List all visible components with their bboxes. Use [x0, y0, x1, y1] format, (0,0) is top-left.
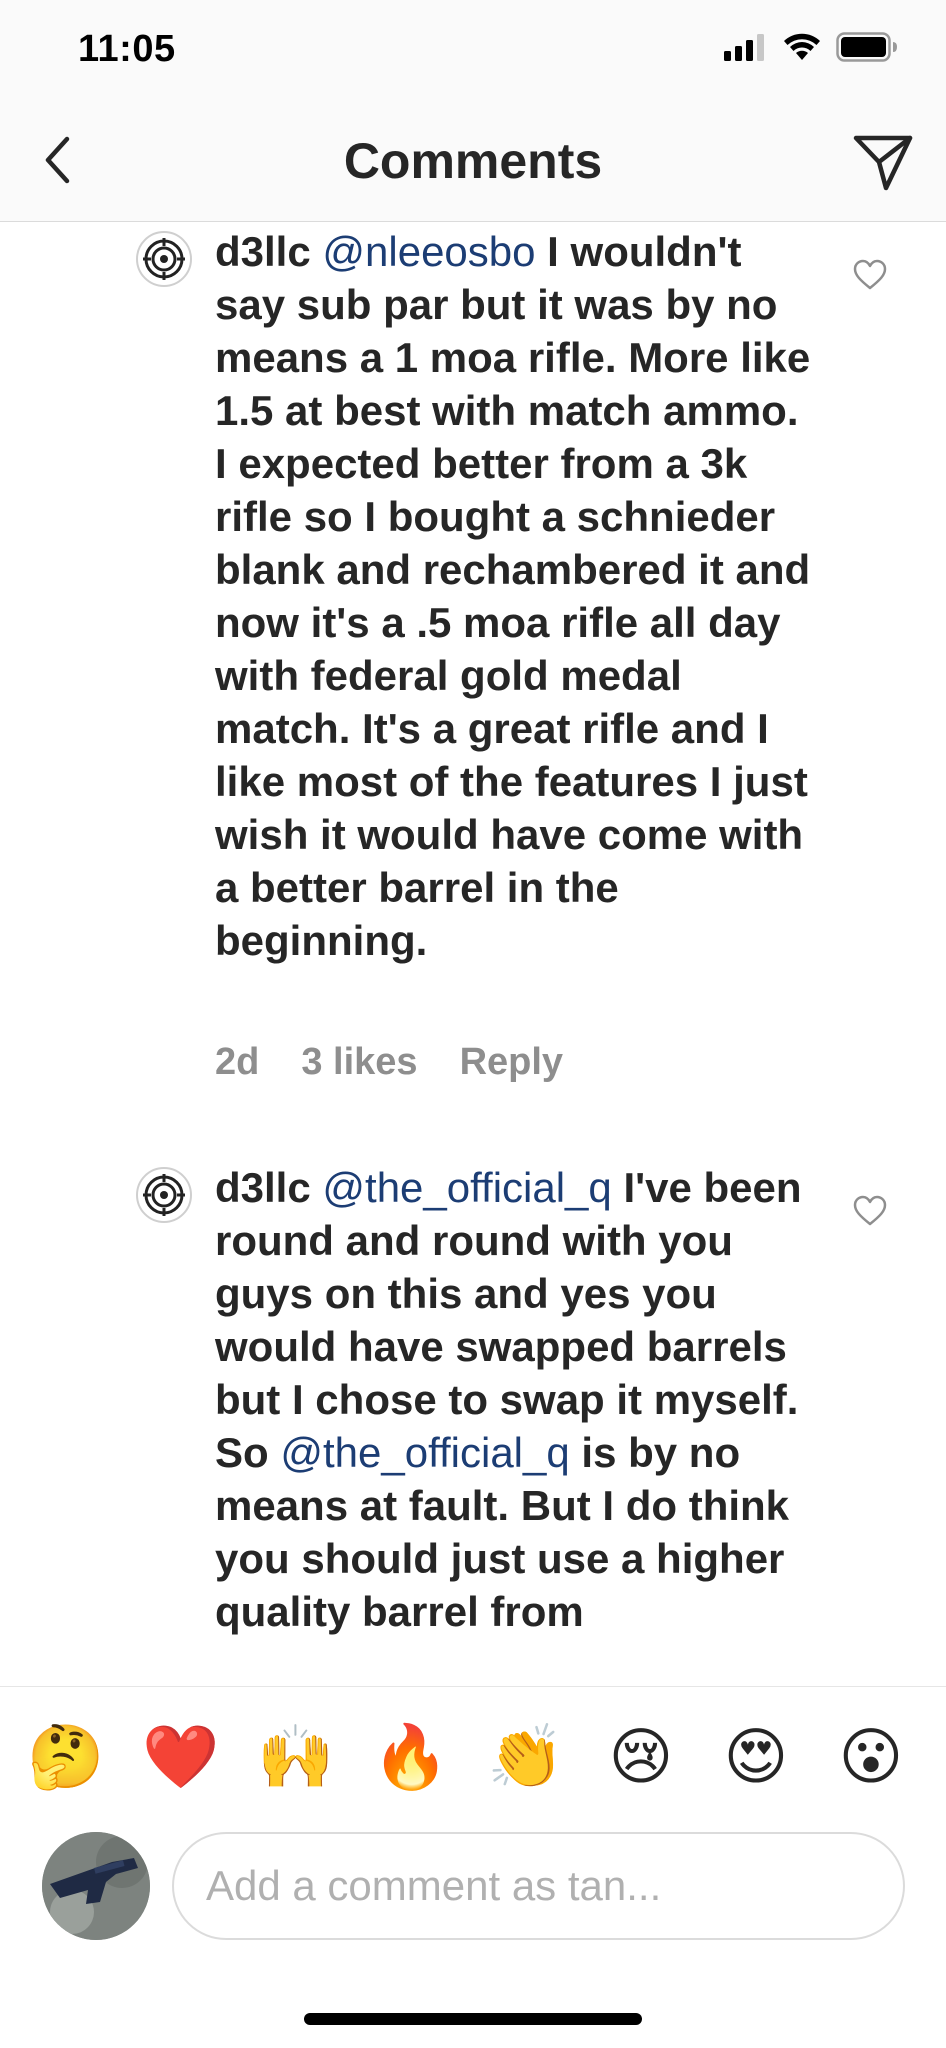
raising-hands-emoji[interactable]: 🙌 [257, 1721, 334, 1793]
crying-face-emoji[interactable]: 😢 [605, 1721, 677, 1793]
wifi-icon [784, 33, 820, 60]
avatar[interactable] [42, 1832, 150, 1940]
status-icons [724, 32, 898, 62]
status-time: 11:05 [78, 28, 176, 70]
comment-age: 2d [215, 1041, 260, 1083]
paper-plane-icon [853, 135, 913, 191]
cellular-signal-icon [724, 34, 764, 61]
comment-text: d3llc @the_official_q I've been round an… [215, 1161, 815, 1638]
comment-likes-count[interactable]: 3 likes [301, 1041, 417, 1084]
rifle-photo-avatar-icon [42, 1832, 150, 1940]
comment-meta: 2d 3 likes Reply [215, 1041, 563, 1084]
comment-mention[interactable]: @nleeosbo [322, 228, 535, 275]
thinking-face-emoji[interactable]: 🤔 [27, 1721, 104, 1793]
heart-eyes-emoji[interactable]: 😍 [720, 1721, 792, 1793]
nav-bar: Comments [0, 100, 946, 222]
comment-composer [0, 1826, 946, 1946]
like-heart-icon[interactable] [852, 257, 888, 293]
fire-emoji[interactable]: 🔥 [372, 1721, 449, 1793]
like-heart-icon[interactable] [852, 1193, 888, 1229]
home-indicator [304, 2013, 642, 2025]
clapping-hands-emoji[interactable]: 👏 [487, 1721, 564, 1793]
comment-text: d3llc @nleeosbo I wouldn't say sub par b… [215, 225, 815, 967]
emoji-quick-bar: 🤔 ❤️ 🙌 🔥 👏 😢 😍 😮 [0, 1686, 946, 1826]
red-heart-emoji[interactable]: ❤️ [142, 1721, 219, 1793]
avatar[interactable] [136, 231, 192, 287]
target-logo-icon [143, 238, 185, 280]
comments-list[interactable]: d3llc @nleeosbo I wouldn't say sub par b… [0, 223, 946, 1685]
comment-input[interactable] [172, 1832, 905, 1940]
comment-mention[interactable]: @the_official_q [322, 1164, 611, 1211]
reply-button[interactable]: Reply [460, 1041, 563, 1084]
avatar[interactable] [136, 1167, 192, 1223]
target-logo-icon [143, 1174, 185, 1216]
comment-content: I wouldn't say sub par but it was by no … [215, 228, 811, 964]
comment-username[interactable]: d3llc [215, 1164, 311, 1211]
status-bar: 11:05 [0, 0, 946, 100]
share-button[interactable] [850, 130, 916, 196]
surprised-face-emoji[interactable]: 😮 [835, 1721, 907, 1793]
comment-username[interactable]: d3llc [215, 228, 311, 275]
page-title: Comments [343, 133, 603, 189]
battery-icon [836, 32, 897, 62]
comment-mention[interactable]: @the_official_q [280, 1429, 569, 1476]
